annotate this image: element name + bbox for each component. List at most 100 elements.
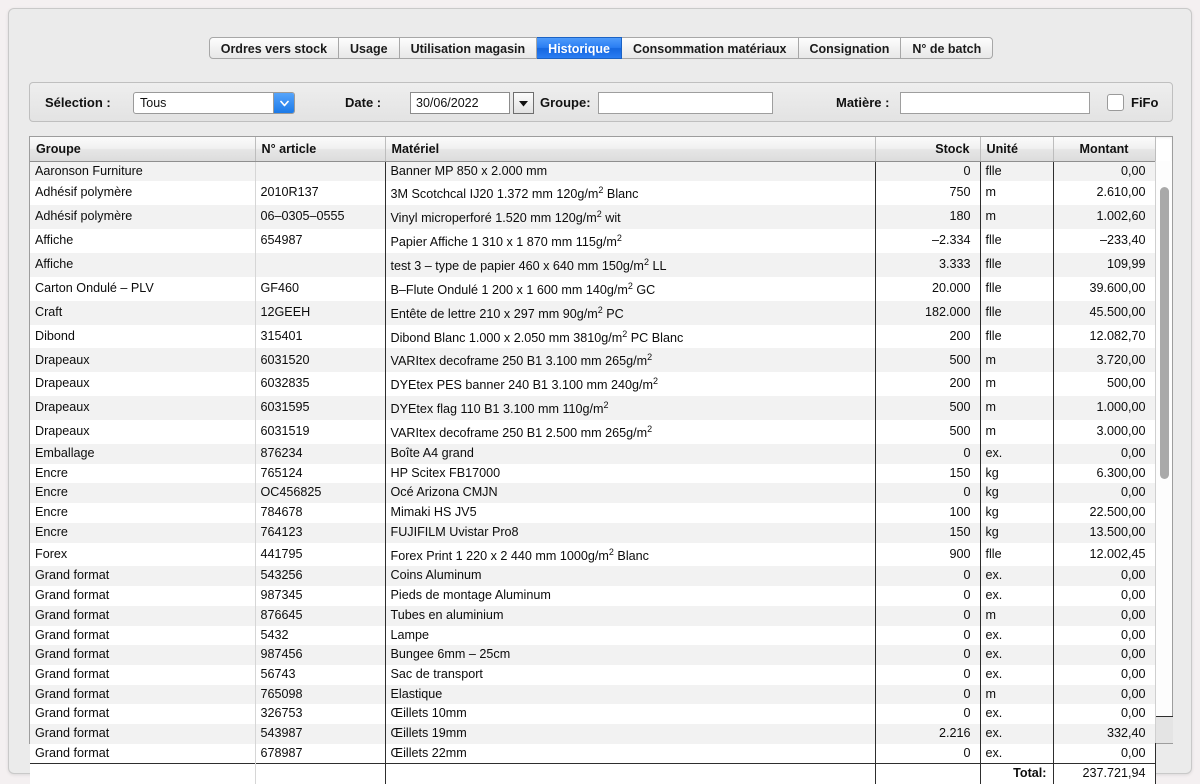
column-header-unite[interactable]: Unité [980, 137, 1053, 161]
column-header-montant[interactable]: Montant [1053, 137, 1155, 161]
table-row[interactable]: Adhésif polymère2010R1373M Scotchcal IJ2… [30, 181, 1155, 205]
cell-groupe: Encre [30, 503, 255, 523]
matiere-input[interactable] [900, 92, 1090, 114]
table-row[interactable]: Grand format543987Œillets 19mm2.216ex.33… [30, 724, 1155, 744]
table-footer: Total: 237.721,94 [30, 764, 1155, 784]
cell-unite: m [980, 205, 1053, 229]
date-input[interactable]: 30/06/2022 [410, 92, 510, 114]
cell-unite: flle [980, 253, 1053, 277]
table-row[interactable]: Grand format987456Bungee 6mm – 25cm0ex.0… [30, 645, 1155, 665]
column-header-materiel[interactable]: Matériel [385, 137, 875, 161]
cell-groupe: Grand format [30, 744, 255, 764]
table-row[interactable]: Grand format765098Elastique0m0,00 [30, 685, 1155, 705]
cell-unite: ex. [980, 586, 1053, 606]
tab-consommation-mat-riaux[interactable]: Consommation matériaux [622, 37, 799, 59]
table-row[interactable]: Emballage876234Boîte A4 grand0ex.0,00 [30, 444, 1155, 464]
cell-article: 326753 [255, 704, 385, 724]
table-row[interactable]: Grand format56743Sac de transport0ex.0,0… [30, 665, 1155, 685]
column-header-groupe[interactable]: Groupe [30, 137, 255, 161]
cell-materiel: FUJIFILM Uvistar Pro8 [385, 523, 875, 543]
cell-stock: 0 [875, 566, 980, 586]
cell-montant: 39.600,00 [1053, 277, 1155, 301]
cell-materiel: Mimaki HS JV5 [385, 503, 875, 523]
selection-dropdown[interactable]: Tous [133, 92, 295, 114]
cell-unite: ex. [980, 566, 1053, 586]
cell-unite: kg [980, 523, 1053, 543]
cell-unite: flle [980, 161, 1053, 181]
table-row[interactable]: Encre765124HP Scitex FB17000150kg6.300,0… [30, 464, 1155, 484]
tab-historique[interactable]: Historique [537, 37, 622, 59]
chevron-down-icon[interactable] [273, 93, 294, 113]
table-row[interactable]: Drapeaux6031595DYEtex flag 110 B1 3.100 … [30, 396, 1155, 420]
fifo-checkbox[interactable] [1107, 94, 1124, 111]
cell-stock: 200 [875, 325, 980, 349]
cell-groupe: Drapeaux [30, 372, 255, 396]
selection-dropdown-value: Tous [140, 96, 166, 110]
cell-article: 784678 [255, 503, 385, 523]
cell-stock: 0 [875, 645, 980, 665]
cell-montant: 12.082,70 [1053, 325, 1155, 349]
groupe-input[interactable] [598, 92, 773, 114]
cell-materiel: Entête de lettre 210 x 297 mm 90g/m2 PC [385, 301, 875, 325]
cell-materiel: test 3 – type de papier 460 x 640 mm 150… [385, 253, 875, 277]
table-row[interactable]: Grand format326753Œillets 10mm0ex.0,00 [30, 704, 1155, 724]
table-row[interactable]: Encre784678Mimaki HS JV5100kg22.500,00 [30, 503, 1155, 523]
tab-n-de-batch[interactable]: N° de batch [901, 37, 993, 59]
table-row[interactable]: Forex441795Forex Print 1 220 x 2 440 mm … [30, 543, 1155, 567]
table-body: Aaronson FurnitureBanner MP 850 x 2.000 … [30, 161, 1155, 764]
table-row[interactable]: Affiche654987Papier Affiche 1 310 x 1 87… [30, 229, 1155, 253]
column-header-article[interactable]: N° article [255, 137, 385, 161]
total-label: Total: [980, 764, 1053, 784]
column-header-stock[interactable]: Stock [875, 137, 980, 161]
cell-groupe: Forex [30, 543, 255, 567]
cell-stock: 0 [875, 665, 980, 685]
cell-montant: 500,00 [1053, 372, 1155, 396]
date-picker-button[interactable] [513, 92, 534, 114]
tab-consignation[interactable]: Consignation [799, 37, 902, 59]
cell-materiel: Océ Arizona CMJN [385, 483, 875, 503]
table-row[interactable]: Grand format876645Tubes en aluminium0m0,… [30, 606, 1155, 626]
cell-article: 543256 [255, 566, 385, 586]
tab-ordres-vers-stock[interactable]: Ordres vers stock [209, 37, 339, 59]
table-row[interactable]: Adhésif polymère06–0305–0555Vinyl microp… [30, 205, 1155, 229]
table-row[interactable]: Grand format5432Lampe0ex.0,00 [30, 626, 1155, 646]
table-row[interactable]: Drapeaux6032835DYEtex PES banner 240 B1 … [30, 372, 1155, 396]
table-row[interactable]: Grand format678987Œillets 22mm0ex.0,00 [30, 744, 1155, 764]
table-row[interactable]: Encre764123FUJIFILM Uvistar Pro8150kg13.… [30, 523, 1155, 543]
cell-materiel: Sac de transport [385, 665, 875, 685]
tab-usage[interactable]: Usage [339, 37, 400, 59]
table-row[interactable]: Drapeaux6031520VARItex decoframe 250 B1 … [30, 348, 1155, 372]
table-row[interactable]: Grand format543256Coins Aluminum0ex.0,00 [30, 566, 1155, 586]
groupe-label: Groupe: [540, 95, 591, 110]
table-row[interactable]: Carton Ondulé – PLVGF460B–Flute Ondulé 1… [30, 277, 1155, 301]
cell-montant: 0,00 [1053, 685, 1155, 705]
table-row[interactable]: Craft12GEEHEntête de lettre 210 x 297 mm… [30, 301, 1155, 325]
scrollbar-thumb[interactable] [1160, 187, 1169, 479]
cell-materiel: DYEtex flag 110 B1 3.100 mm 110g/m2 [385, 396, 875, 420]
cell-unite: m [980, 606, 1053, 626]
cell-montant: 0,00 [1053, 444, 1155, 464]
table-row[interactable]: Drapeaux6031519VARItex decoframe 250 B1 … [30, 420, 1155, 444]
cell-stock: 150 [875, 523, 980, 543]
total-value: 237.721,94 [1053, 764, 1155, 784]
cell-unite: flle [980, 543, 1053, 567]
stock-table: Groupe N° article Matériel Stock Unité M… [30, 137, 1156, 784]
cell-groupe: Grand format [30, 685, 255, 705]
cell-montant: –233,40 [1053, 229, 1155, 253]
table-header-row: Groupe N° article Matériel Stock Unité M… [30, 137, 1155, 161]
tab-utilisation-magasin[interactable]: Utilisation magasin [400, 37, 538, 59]
table-row[interactable]: EncreOC456825Océ Arizona CMJN0kg0,00 [30, 483, 1155, 503]
cell-article: 765124 [255, 464, 385, 484]
selection-label: Sélection : [45, 95, 111, 110]
vertical-scrollbar[interactable] [1155, 161, 1172, 743]
cell-unite: ex. [980, 444, 1053, 464]
cell-unite: m [980, 181, 1053, 205]
table-row[interactable]: Grand format987345Pieds de montage Alumi… [30, 586, 1155, 606]
table-row[interactable]: Dibond315401Dibond Blanc 1.000 x 2.050 m… [30, 325, 1155, 349]
cell-stock: 0 [875, 606, 980, 626]
table-row[interactable]: Aaronson FurnitureBanner MP 850 x 2.000 … [30, 161, 1155, 181]
stock-table-container: Groupe N° article Matériel Stock Unité M… [29, 136, 1173, 744]
cell-groupe: Drapeaux [30, 420, 255, 444]
table-row[interactable]: Affichetest 3 – type de papier 460 x 640… [30, 253, 1155, 277]
scrollbar-corner [1156, 716, 1173, 743]
